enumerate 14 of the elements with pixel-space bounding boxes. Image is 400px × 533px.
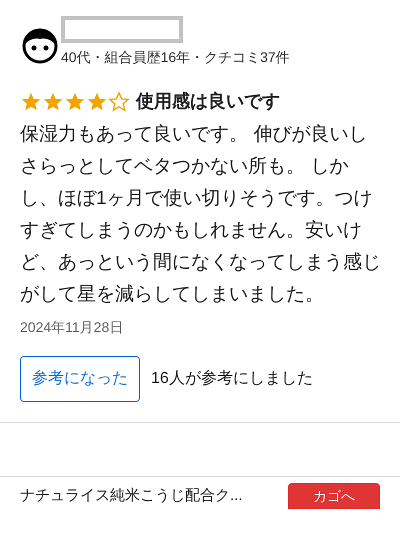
product-name: ナチュライス純米こうじ配合ク... (20, 486, 243, 506)
star-icon (86, 90, 108, 112)
star-icon (20, 90, 42, 112)
review-body: 保湿力もあって良いです。 伸びが良いしさらっとしてベタつかない所も。 しかし、ほぼ1ヶ月で使い切りそうです。つけすぎてしまうのかもしれません。安いけど、あっという間になくなってしまう感じがして星を減らしてしまいました。 (20, 123, 382, 307)
review-title: 使用感は良いです (136, 90, 280, 113)
cart-button[interactable]: カゴへ (288, 483, 380, 509)
avatar-icon (22, 28, 58, 64)
star-icon (42, 90, 64, 112)
helpful-button[interactable]: 参考になった (20, 356, 140, 402)
review-date: 2024年11月28日 (20, 318, 124, 337)
reviewer-meta: 40代・組合員歴16年・クチコミ37件 (61, 48, 290, 67)
star-icon (64, 90, 86, 112)
star-icon (108, 90, 130, 112)
helpful-count: 16人が参考にしました (151, 368, 313, 389)
